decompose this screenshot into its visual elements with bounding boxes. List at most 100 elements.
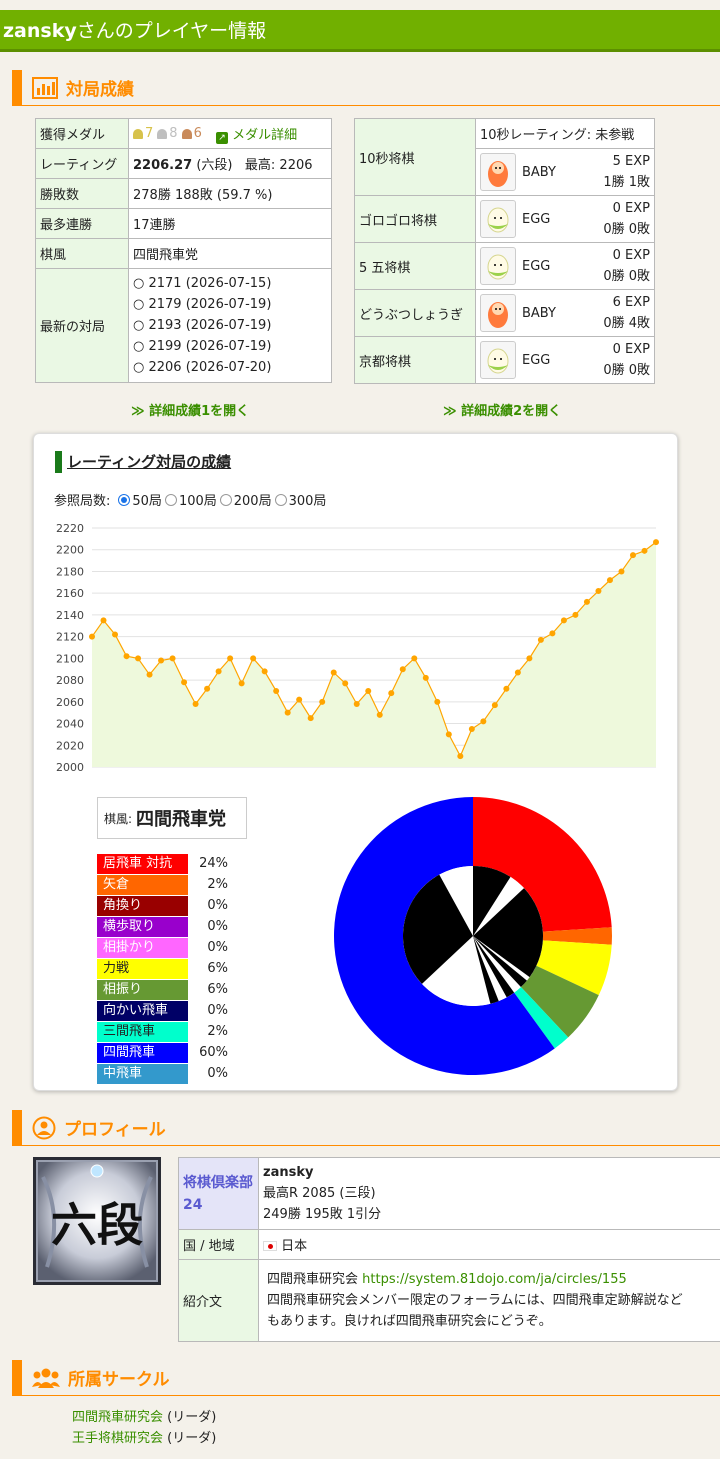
data-point xyxy=(146,671,153,678)
data-point xyxy=(112,631,119,638)
section-title: プロフィール xyxy=(64,1120,166,1140)
y-tick-label: 2160 xyxy=(56,587,84,600)
data-point xyxy=(330,669,337,676)
medal-badge: 6 xyxy=(181,126,202,141)
legend-percent: 6% xyxy=(207,961,228,976)
data-point xyxy=(376,711,383,718)
recent-label: 最新の対局 xyxy=(35,268,129,383)
legend-item: 角換り 0% xyxy=(97,895,228,916)
data-point xyxy=(595,588,602,595)
radio-dot[interactable] xyxy=(118,493,131,506)
intro-label: 紹介文 xyxy=(178,1259,259,1342)
intro-line: 四間飛車研究会 xyxy=(267,1272,363,1287)
legend-item: 力戦 6% xyxy=(97,958,228,979)
rank-name: EGG xyxy=(522,258,551,274)
games-option-radio[interactable]: 200局 xyxy=(219,490,272,509)
data-point xyxy=(445,731,452,738)
radio-label: 300局 xyxy=(288,494,327,509)
games-option-radio[interactable]: 100局 xyxy=(164,490,217,509)
radio-label: 100局 xyxy=(178,494,217,509)
data-point xyxy=(457,753,464,760)
rating-card: レーティング対局の成績 参照局数: 50局 100局 200局 300局 2220 22… xyxy=(33,433,678,1091)
medal-detail-link[interactable]: メダル詳細 xyxy=(232,128,297,143)
legend-label: 矢倉 xyxy=(97,874,188,895)
egg-icon xyxy=(480,200,516,238)
data-point xyxy=(89,633,95,640)
y-tick-label: 2100 xyxy=(56,652,84,665)
data-point xyxy=(284,709,291,716)
data-point xyxy=(261,668,268,675)
medal-icon xyxy=(157,128,168,139)
page-header: zanskyさんのプレイヤー情報 xyxy=(0,10,720,52)
variant-record: 1勝 1敗 xyxy=(603,175,650,190)
data-point xyxy=(135,655,142,662)
y-tick-label: 2140 xyxy=(56,609,84,622)
variant-label: どうぶつしょうぎ xyxy=(354,289,476,337)
data-point xyxy=(250,655,257,662)
rating-rank: (六段) xyxy=(196,158,233,173)
data-point xyxy=(123,653,130,660)
legend-item: 相振り 6% xyxy=(97,979,228,1000)
external-link-icon: ↗ xyxy=(215,131,228,144)
legend-label: 三間飛車 xyxy=(97,1021,188,1042)
circle-link[interactable]: 王手将棋研究会 xyxy=(72,1431,163,1446)
medal-badge: 8 xyxy=(157,126,178,141)
legend-item: 中飛車 0% xyxy=(97,1063,228,1084)
games-option-radio[interactable]: 300局 xyxy=(274,490,327,509)
intro-text: 四間飛車研究会 https://system.81dojo.com/ja/cir… xyxy=(258,1259,720,1342)
medal-icon xyxy=(181,128,192,139)
recent-game[interactable]: ○ 2171 (2026-07-15) xyxy=(133,273,327,294)
legend-label: 力戦 xyxy=(97,958,188,979)
legend-percent: 0% xyxy=(207,898,228,913)
recent-game[interactable]: ○ 2179 (2026-07-19) xyxy=(133,294,327,315)
y-tick-label: 2200 xyxy=(56,544,84,557)
profile-table: 将棋倶楽部24 zansky 最高R 2085 (三段) 249勝 195敗 1… xyxy=(178,1157,720,1342)
legend-label: 四間飛車 xyxy=(97,1042,188,1063)
circle-url-link[interactable]: https://system.81dojo.com/ja/circles/155 xyxy=(362,1272,627,1287)
open-detail1-label: 詳細成績1を開く xyxy=(149,404,250,419)
open-detail2-link[interactable]: ≫ 詳細成績2を開く xyxy=(443,400,561,419)
open-detail1-link[interactable]: ≫ 詳細成績1を開く xyxy=(131,400,249,419)
section-title: 対局成績 xyxy=(66,80,134,100)
data-point xyxy=(192,700,199,707)
radio-dot[interactable] xyxy=(274,493,287,506)
y-tick-label: 2020 xyxy=(56,739,84,752)
legend-label: 相振り xyxy=(97,979,188,1000)
exp: 5 EXP xyxy=(612,154,650,169)
legend-label: 相掛かり xyxy=(97,937,188,958)
recent-game[interactable]: ○ 2193 (2026-07-19) xyxy=(133,315,327,336)
legend-label: 角換り xyxy=(97,895,188,916)
games-label: 参照局数: xyxy=(54,494,111,509)
rank-name: EGG xyxy=(522,352,551,368)
circle-link[interactable]: 四間飛車研究会 xyxy=(72,1410,163,1425)
rating-line-chart: 2220 2200 2180 2160 2140 2120 2100 2080 2060 2040… xyxy=(56,522,659,774)
circle-role: (リーダ) xyxy=(167,1431,217,1446)
radio-dot[interactable] xyxy=(164,493,177,506)
legend-percent: 2% xyxy=(207,877,228,892)
data-point xyxy=(169,655,176,662)
rank-name: BABY xyxy=(522,305,556,321)
exp: 0 EXP xyxy=(612,201,650,216)
data-point xyxy=(629,552,636,559)
strategy-legend: 居飛車 対抗 24% 矢倉 2% 角換り 0% 横歩取り 0% 相掛かり 0% 力戦 6% 相振り 6% 向… xyxy=(97,853,228,1084)
list-item: 四間飛車研究会 (リーダ) xyxy=(72,1407,216,1428)
baby-icon xyxy=(480,153,516,191)
games-option-radio[interactable]: 50局 xyxy=(118,490,162,509)
medal-count: 6 xyxy=(193,126,202,141)
rank-name: EGG xyxy=(522,211,551,227)
data-point xyxy=(100,617,107,624)
data-point xyxy=(411,655,418,662)
variant-record: 0勝 0敗 xyxy=(603,269,650,284)
variant-row: ゴロゴロ将棋 EGG 0 EXP 0勝 0敗 xyxy=(354,195,655,243)
country-label: 国 / 地域 xyxy=(178,1229,259,1260)
variant-row: 5 五将棋 EGG 0 EXP 0勝 0敗 xyxy=(354,242,655,290)
radio-dot[interactable] xyxy=(219,493,232,506)
recent-game[interactable]: ○ 2206 (2026-07-20) xyxy=(133,357,327,378)
chevron-down-icon: ≫ xyxy=(131,404,145,419)
y-tick-label: 2220 xyxy=(56,522,84,535)
legend-percent: 0% xyxy=(207,1003,228,1018)
data-point xyxy=(560,617,567,624)
data-point xyxy=(468,725,475,732)
data-point xyxy=(653,539,659,546)
recent-game[interactable]: ○ 2199 (2026-07-19) xyxy=(133,336,327,357)
